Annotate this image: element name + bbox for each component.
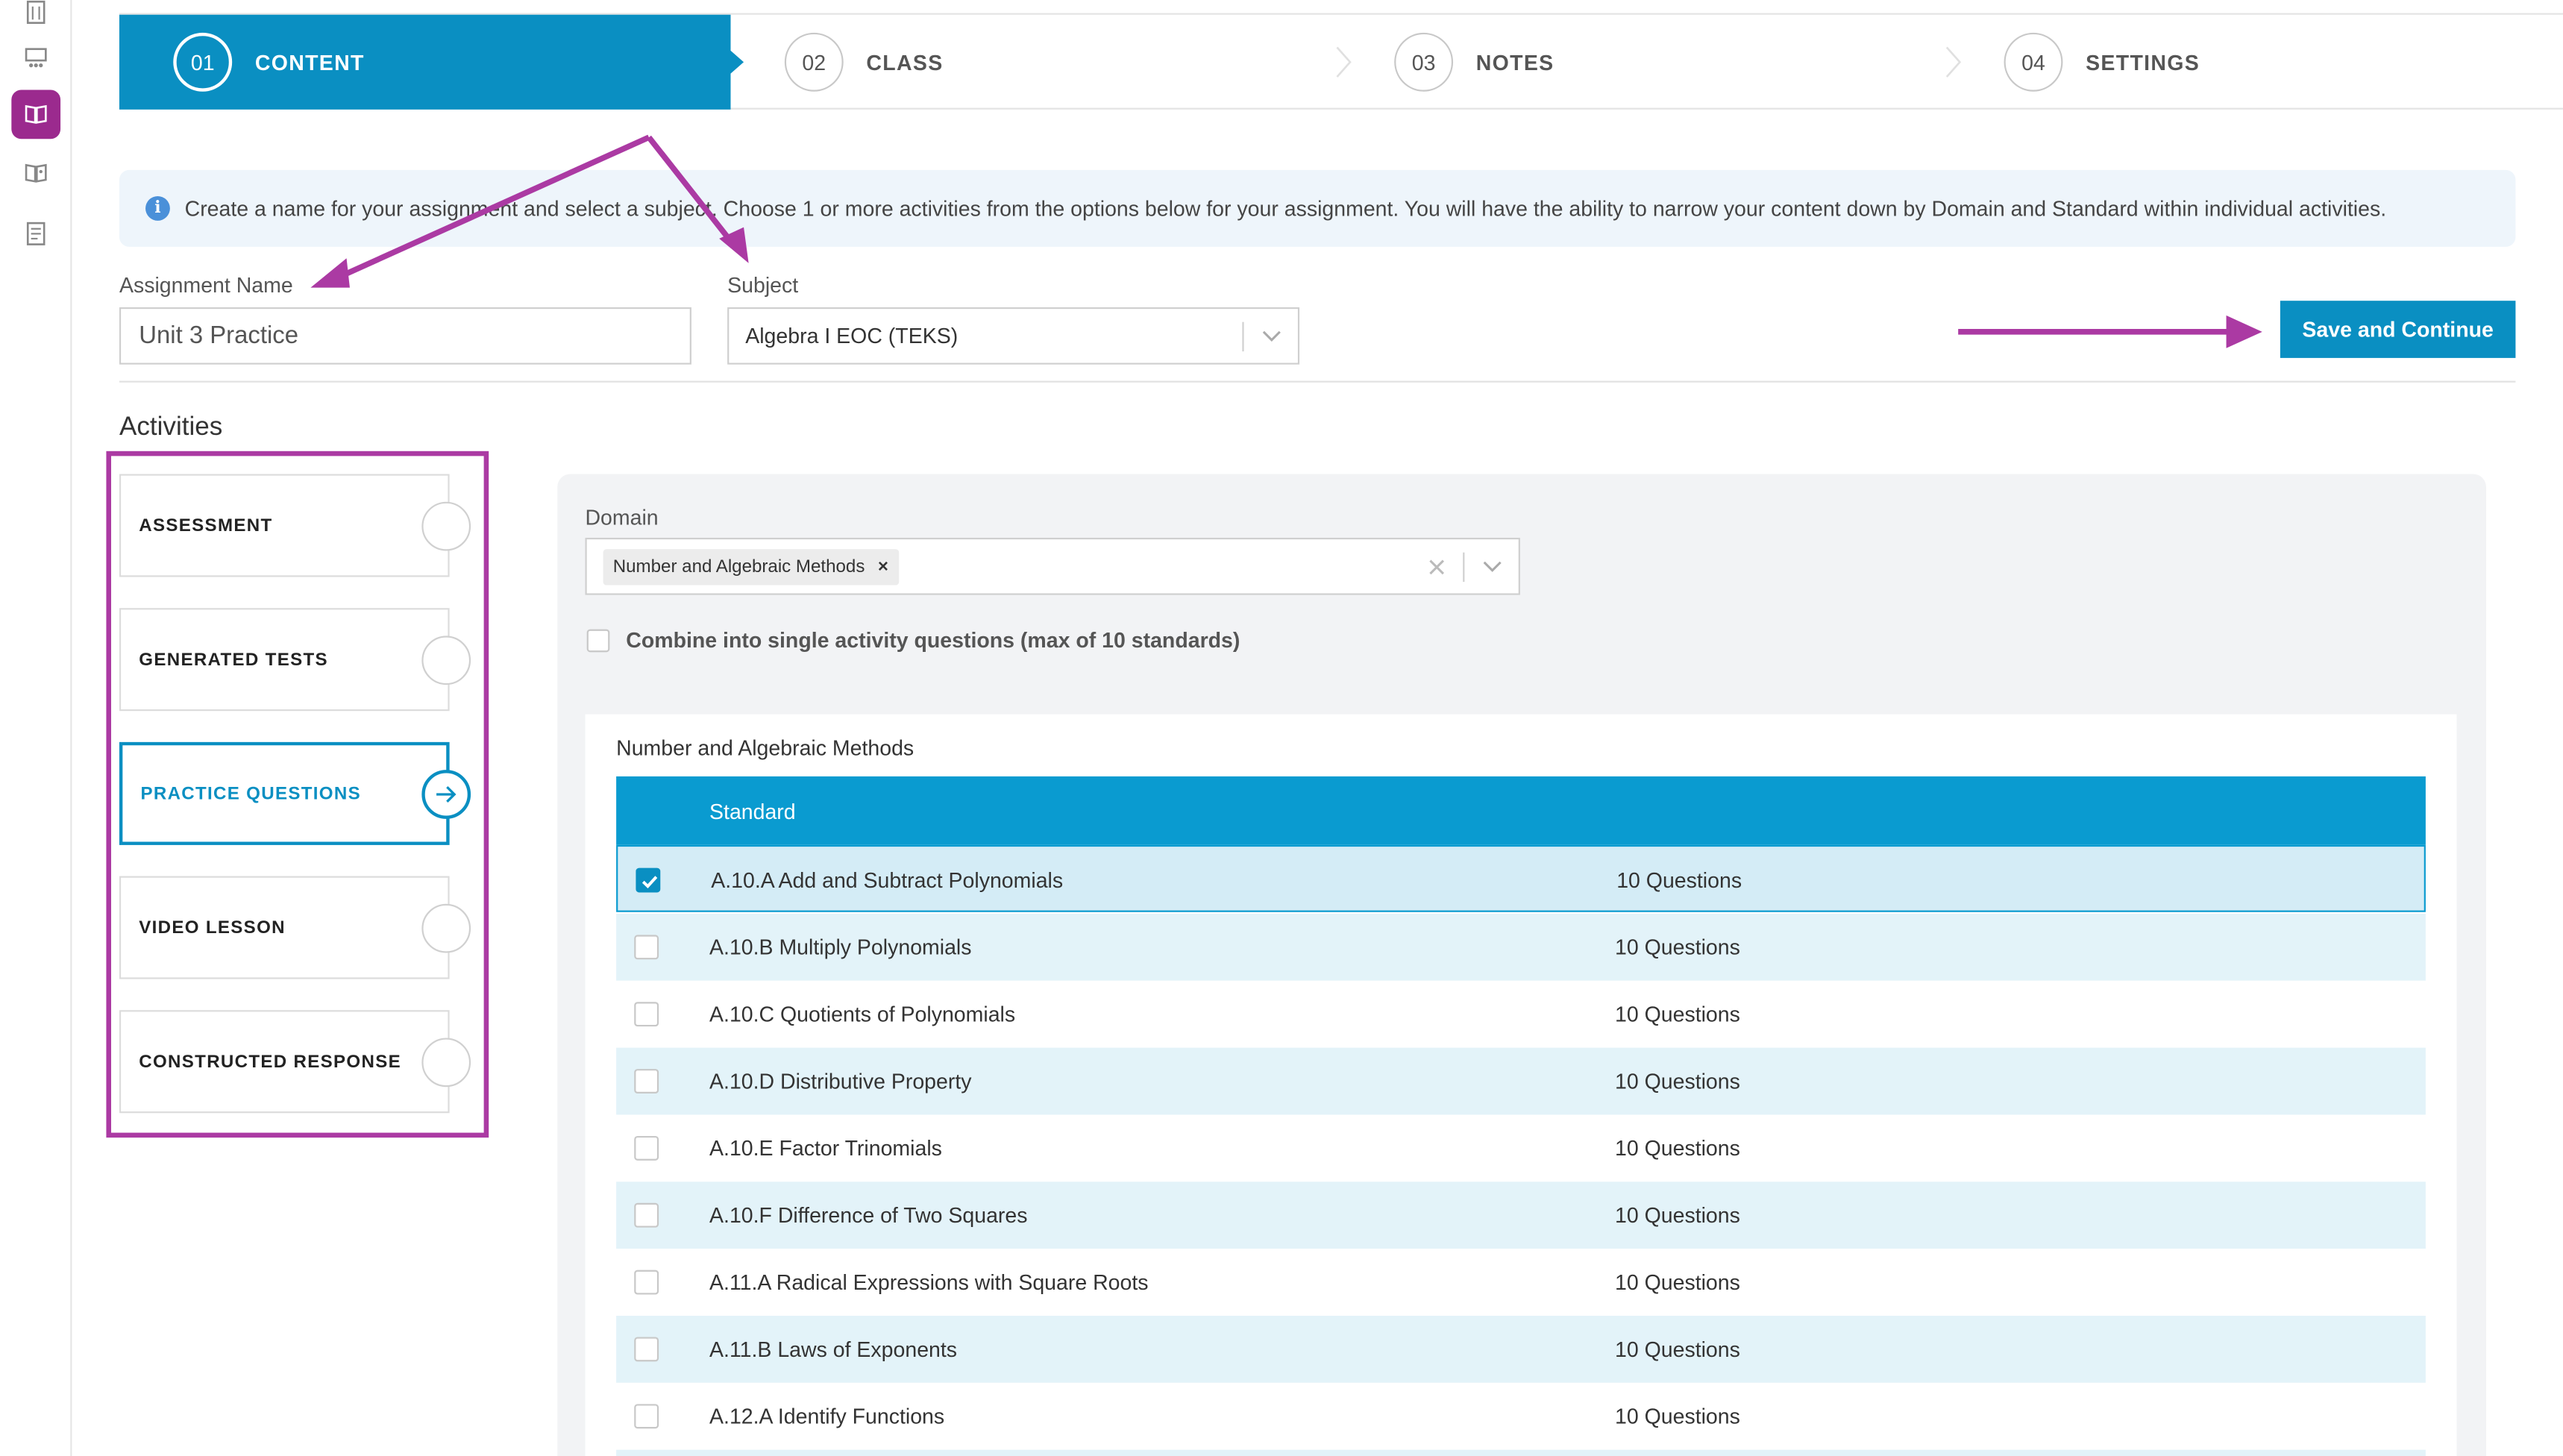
standard-name: A.10.E Factor Trinomials: [709, 1135, 942, 1161]
step-settings[interactable]: 04 SETTINGS: [1950, 15, 2563, 110]
standard-name: A.10.C Quotients of Polynomials: [709, 1002, 1016, 1027]
row-checkbox[interactable]: [634, 1069, 659, 1093]
subject-select[interactable]: Algebra I EOC (TEKS): [727, 307, 1300, 365]
row-checkbox[interactable]: [634, 1270, 659, 1295]
row-checkbox[interactable]: [634, 935, 659, 960]
activities-heading: Activities: [119, 413, 223, 442]
remove-tag-icon[interactable]: ×: [878, 556, 888, 576]
table-row[interactable]: A.10.C Quotients of Polynomials 10 Quest…: [616, 980, 2426, 1048]
step-label: CLASS: [866, 49, 944, 75]
annotation-highlight-box: [106, 451, 489, 1138]
step-notes[interactable]: 03 NOTES: [1340, 15, 1950, 110]
combine-label: Combine into single activity questions (…: [626, 627, 1240, 653]
row-checkbox[interactable]: [636, 867, 661, 893]
question-count: 10 Questions: [1615, 1069, 1740, 1093]
standard-name: A.11.B Laws of Exponents: [709, 1337, 958, 1362]
question-count: 10 Questions: [1615, 1135, 1740, 1161]
step-number: 03: [1394, 32, 1454, 92]
standards-caption: Number and Algebraic Methods: [616, 735, 915, 760]
table-row[interactable]: A.10.E Factor Trinomials 10 Questions: [616, 1114, 2426, 1182]
standard-name: A.12.A Identify Functions: [709, 1404, 945, 1429]
question-count: 10 Questions: [1615, 1202, 1740, 1228]
row-checkbox[interactable]: [634, 1202, 659, 1228]
step-label: SETTINGS: [2086, 49, 2200, 75]
app-stage: 01 CONTENT 02 CLASS 03 NOTES 04 SETTINGS…: [0, 0, 2563, 1456]
subject-value: Algebra I EOC (TEKS): [745, 323, 959, 348]
standard-name: A.10.A Add and Subtract Polynomials: [711, 867, 1064, 893]
table-row[interactable]: A.10.D Distributive Property 10 Question…: [616, 1047, 2426, 1115]
table-row: [616, 1449, 2426, 1456]
question-count: 10 Questions: [1615, 935, 1740, 960]
chevron-down-icon[interactable]: [1244, 330, 1298, 343]
combine-checkbox[interactable]: [586, 628, 610, 652]
step-label: NOTES: [1475, 49, 1555, 75]
step-number: 01: [173, 32, 233, 92]
table-row[interactable]: A.11.B Laws of Exponents 10 Questions: [616, 1315, 2426, 1383]
table-row[interactable]: A.10.F Difference of Two Squares 10 Ques…: [616, 1182, 2426, 1249]
question-count: 10 Questions: [1615, 1337, 1740, 1362]
standards-table-header: Standard: [616, 776, 2426, 845]
row-checkbox[interactable]: [634, 1404, 659, 1429]
assignment-name-input[interactable]: [119, 307, 691, 365]
combine-option[interactable]: Combine into single activity questions (…: [586, 627, 1240, 653]
question-count: 10 Questions: [1615, 1002, 1740, 1027]
standard-name: A.10.D Distributive Property: [709, 1069, 972, 1093]
domain-label: Domain: [585, 505, 659, 530]
classroom-icon[interactable]: [11, 33, 60, 82]
annotation-arrow-to-save: [1958, 315, 2262, 348]
question-count: 10 Questions: [1616, 867, 1742, 893]
table-row[interactable]: A.11.A Radical Expressions with Square R…: [616, 1249, 2426, 1316]
step-label: CONTENT: [254, 49, 365, 75]
clear-icon[interactable]: [1420, 558, 1453, 574]
step-content[interactable]: 01 CONTENT: [119, 14, 731, 110]
info-text: Create a name for your assignment and se…: [184, 195, 2387, 221]
row-checkbox[interactable]: [634, 1135, 659, 1161]
save-and-continue-button[interactable]: Save and Continue: [2280, 301, 2516, 358]
step-class[interactable]: 02 CLASS: [731, 15, 1340, 110]
divider: [119, 380, 2516, 383]
step-number: 02: [784, 32, 844, 92]
standard-name: A.10.B Multiply Polynomials: [709, 935, 972, 960]
subject-label: Subject: [727, 272, 799, 298]
question-count: 10 Questions: [1615, 1270, 1740, 1295]
left-nav-rail: [0, 0, 72, 1456]
standard-name: A.10.F Difference of Two Squares: [709, 1202, 1028, 1228]
domain-tag-label: Number and Algebraic Methods: [612, 556, 865, 577]
info-icon: i: [145, 195, 170, 221]
row-checkbox[interactable]: [634, 1337, 659, 1362]
check-icon: [641, 876, 658, 888]
domain-multiselect[interactable]: Number and Algebraic Methods ×: [585, 537, 1520, 595]
chevron-down-icon[interactable]: [1464, 560, 1518, 574]
info-banner: i Create a name for your assignment and …: [119, 169, 2516, 247]
row-checkbox[interactable]: [634, 1002, 659, 1027]
table-row[interactable]: A.10.A Add and Subtract Polynomials 10 Q…: [616, 844, 2426, 912]
question-count: 10 Questions: [1615, 1404, 1740, 1429]
standard-column-header: Standard: [709, 798, 796, 823]
building-icon[interactable]: [11, 0, 60, 36]
assignment-name-label: Assignment Name: [119, 272, 293, 298]
reading-book-icon[interactable]: [11, 148, 60, 198]
table-row[interactable]: A.12.A Identify Functions 10 Questions: [616, 1382, 2426, 1450]
document-icon[interactable]: [11, 209, 60, 258]
open-book-icon[interactable]: [11, 90, 61, 139]
standard-name: A.11.A Radical Expressions with Square R…: [709, 1270, 1149, 1295]
wizard-stepper: 01 CONTENT 02 CLASS 03 NOTES 04 SETTINGS: [119, 13, 2563, 110]
table-row[interactable]: A.10.B Multiply Polynomials 10 Questions: [616, 913, 2426, 981]
step-number: 04: [2004, 32, 2063, 92]
domain-tag: Number and Algebraic Methods ×: [603, 548, 899, 585]
